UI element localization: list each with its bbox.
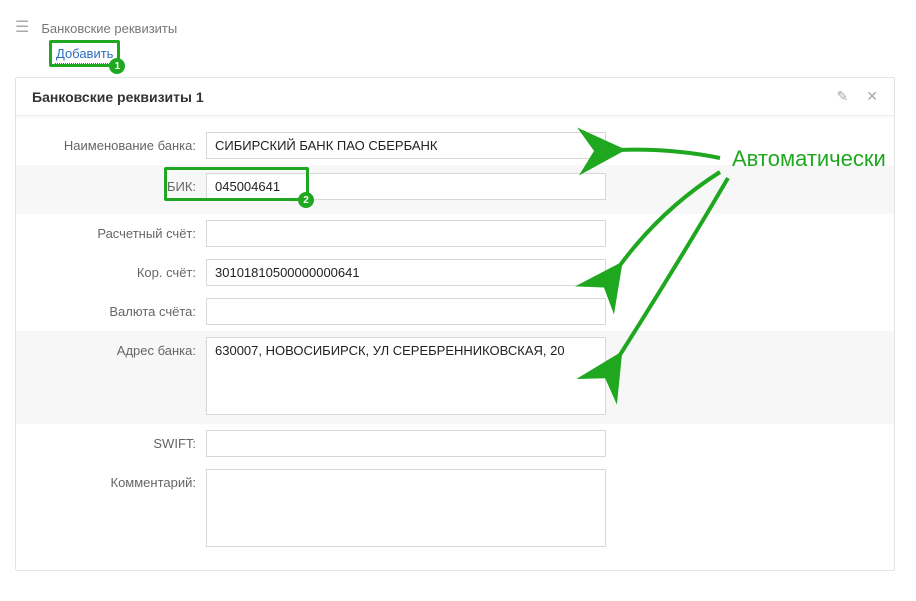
swift-label: SWIFT: xyxy=(36,430,206,451)
bank-name-label: Наименование банка: xyxy=(36,132,206,153)
currency-input[interactable] xyxy=(206,298,606,325)
corr-label: Кор. счёт: xyxy=(36,259,206,280)
bank-name-input[interactable] xyxy=(206,132,606,159)
bank-details-panel: Банковские реквизиты 1 ✎ ✕ Наименование … xyxy=(15,77,895,571)
swift-input[interactable] xyxy=(206,430,606,457)
address-input[interactable] xyxy=(206,337,606,415)
account-label: Расчетный счёт: xyxy=(36,220,206,241)
comment-input[interactable] xyxy=(206,469,606,547)
account-input[interactable] xyxy=(206,220,606,247)
currency-label: Валюта счёта: xyxy=(36,298,206,319)
edit-icon[interactable]: ✎ xyxy=(837,88,849,105)
add-button[interactable]: Добавить xyxy=(55,44,114,64)
bik-label: БИК: xyxy=(36,173,206,194)
menu-icon[interactable]: ☰ xyxy=(15,20,29,36)
bik-input[interactable] xyxy=(206,173,606,200)
page-title: Банковские реквизиты xyxy=(41,21,177,36)
comment-label: Комментарий: xyxy=(36,469,206,490)
address-label: Адрес банка: xyxy=(36,337,206,358)
corr-input[interactable] xyxy=(206,259,606,286)
close-icon[interactable]: ✕ xyxy=(866,88,878,105)
panel-title: Банковские реквизиты 1 xyxy=(32,89,204,105)
